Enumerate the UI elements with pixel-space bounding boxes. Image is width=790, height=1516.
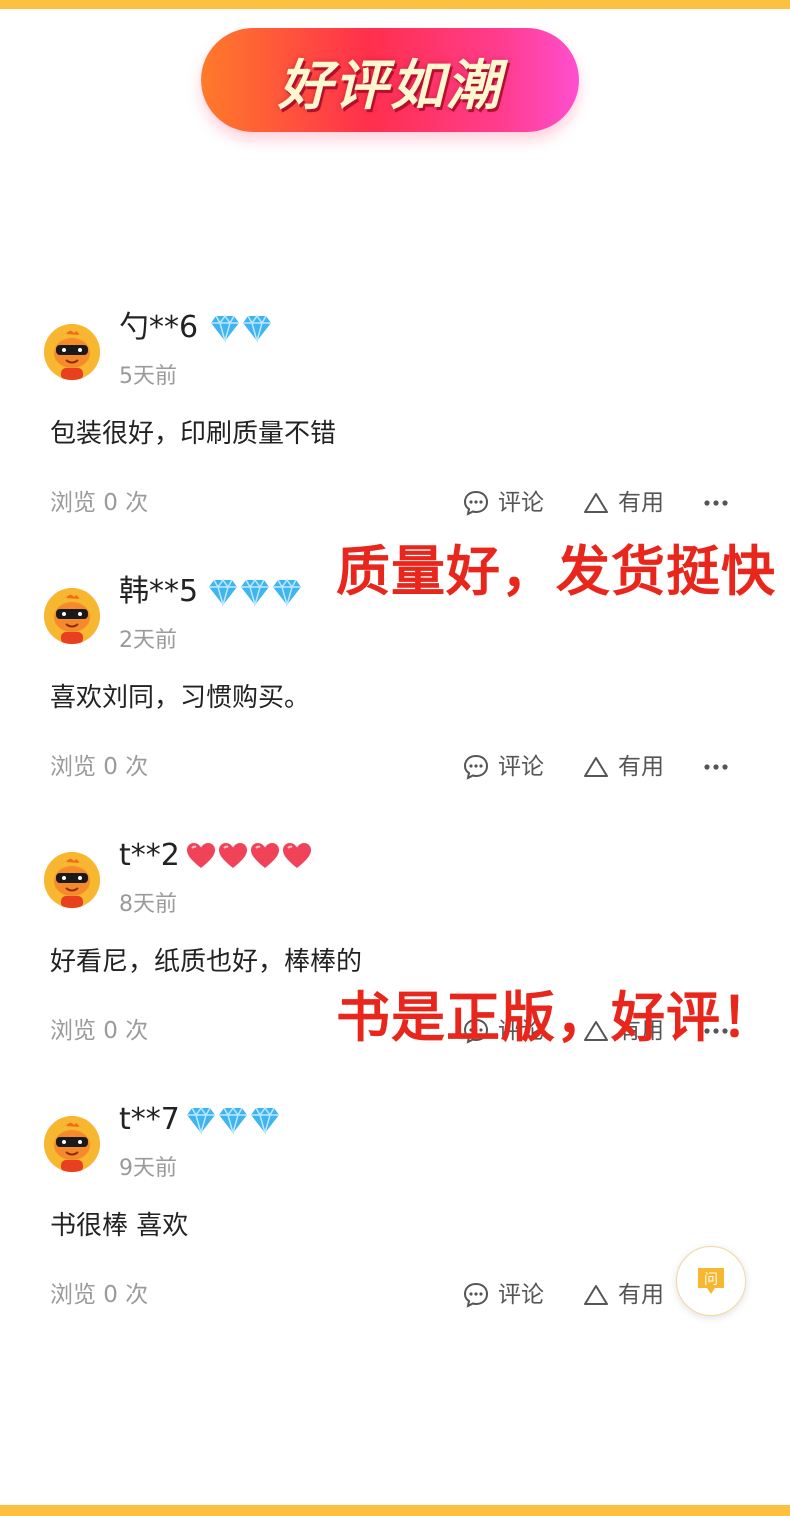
review-time: 2天前 bbox=[119, 628, 177, 653]
useful-label: 有用 bbox=[618, 1282, 664, 1308]
view-count: 浏览 0 次 bbox=[50, 490, 149, 516]
more-icon[interactable] bbox=[701, 494, 731, 512]
comment-button[interactable]: 评论 bbox=[462, 487, 544, 519]
promo-text-quality: 质量好，发货挺快 bbox=[336, 540, 776, 603]
useful-label: 有用 bbox=[618, 754, 664, 780]
comment-button[interactable]: 评论 bbox=[462, 751, 544, 783]
ask-question-button[interactable]: 问 bbox=[676, 1246, 746, 1316]
useful-button[interactable]: 有用 bbox=[582, 487, 664, 519]
avatar[interactable] bbox=[44, 1116, 100, 1172]
diamond-icon bbox=[210, 314, 240, 344]
diamond-icon bbox=[218, 1106, 248, 1136]
avatar[interactable] bbox=[44, 324, 100, 380]
comment-label: 评论 bbox=[498, 754, 544, 780]
comment-icon bbox=[462, 1281, 490, 1309]
heart-icon bbox=[218, 842, 248, 872]
useful-button[interactable]: 有用 bbox=[582, 751, 664, 783]
username[interactable]: t**7 bbox=[119, 1100, 180, 1140]
badge-group bbox=[208, 578, 302, 608]
badge-group bbox=[186, 1106, 280, 1136]
diamond-icon bbox=[208, 578, 238, 608]
badge-group bbox=[210, 314, 272, 344]
review-item: 韩**5 2天前 喜欢刘同，习惯购买。 浏览 0 次 评论 有用 bbox=[0, 568, 790, 832]
question-bubble-icon: 问 bbox=[698, 1268, 724, 1294]
review-item: t**2 8天前 好看尼，纸质也好，棒棒的 浏览 0 次 评论 有用 bbox=[0, 832, 790, 1096]
heart-icon bbox=[282, 842, 312, 872]
review-item: 勺**6 5天前 包装很好，印刷质量不错 浏览 0 次 评论 有用 bbox=[0, 304, 790, 568]
view-count: 浏览 0 次 bbox=[50, 1018, 149, 1044]
top-border bbox=[0, 0, 790, 9]
comment-button[interactable]: 评论 bbox=[462, 1279, 544, 1311]
view-count: 浏览 0 次 bbox=[50, 1282, 149, 1308]
more-icon[interactable] bbox=[701, 758, 731, 776]
diamond-icon bbox=[250, 1106, 280, 1136]
promo-text-genuine: 书是正版，好评！ bbox=[336, 986, 776, 1049]
review-content: 书很棒 喜欢 bbox=[50, 1211, 189, 1241]
thumbs-up-icon bbox=[582, 753, 610, 781]
review-content: 好看尼，纸质也好，棒棒的 bbox=[50, 947, 363, 977]
avatar[interactable] bbox=[44, 852, 100, 908]
review-time: 8天前 bbox=[119, 892, 177, 917]
username[interactable]: 勺**6 bbox=[119, 308, 198, 348]
thumbs-up-icon bbox=[582, 1281, 610, 1309]
badge-group bbox=[186, 842, 312, 872]
diamond-icon bbox=[272, 578, 302, 608]
diamond-icon bbox=[186, 1106, 216, 1136]
review-content: 包装很好，印刷质量不错 bbox=[50, 419, 337, 449]
bottom-border bbox=[0, 1505, 790, 1516]
ask-label: 问 bbox=[704, 1272, 718, 1288]
comment-icon bbox=[462, 753, 490, 781]
thumbs-up-icon bbox=[582, 489, 610, 517]
banner: 好评如潮 bbox=[201, 28, 579, 132]
view-count: 浏览 0 次 bbox=[50, 754, 149, 780]
review-time: 9天前 bbox=[119, 1156, 177, 1181]
banner-title: 好评如潮 bbox=[278, 53, 502, 117]
heart-icon bbox=[186, 842, 216, 872]
diamond-icon bbox=[242, 314, 272, 344]
review-content: 喜欢刘同，习惯购买。 bbox=[50, 683, 311, 713]
diamond-icon bbox=[240, 578, 270, 608]
avatar[interactable] bbox=[44, 588, 100, 644]
comment-icon bbox=[462, 489, 490, 517]
username[interactable]: t**2 bbox=[119, 836, 180, 876]
review-item: t**7 9天前 书很棒 喜欢 浏览 0 次 评论 有用 bbox=[0, 1096, 790, 1360]
useful-label: 有用 bbox=[618, 490, 664, 516]
comment-label: 评论 bbox=[498, 490, 544, 516]
heart-icon bbox=[250, 842, 280, 872]
review-time: 5天前 bbox=[119, 364, 177, 389]
comment-label: 评论 bbox=[498, 1282, 544, 1308]
useful-button[interactable]: 有用 bbox=[582, 1279, 664, 1311]
username[interactable]: 韩**5 bbox=[119, 572, 198, 612]
